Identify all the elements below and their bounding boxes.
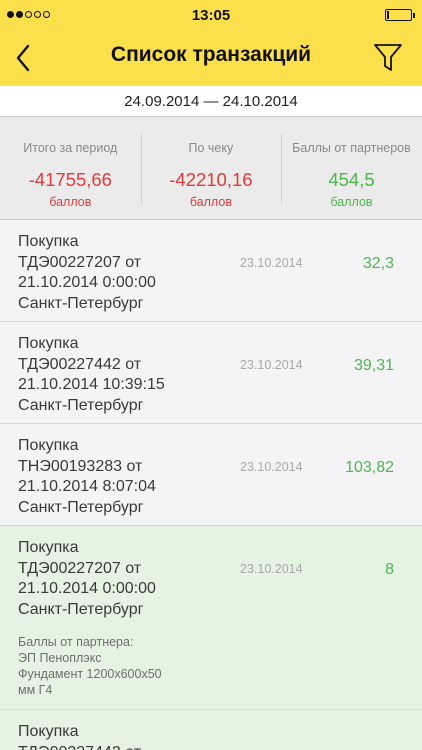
- summary-total: Итого за период -41755,66 баллов: [0, 117, 141, 219]
- filter-icon: [374, 44, 402, 71]
- transaction-title: Покупка ТНЭ00193283 от 21.10.2014 8:07:0…: [18, 437, 156, 516]
- summary-label: Баллы от партнеров: [292, 141, 411, 155]
- summary-partners: Баллы от партнеров 454,5 баллов: [281, 117, 422, 219]
- transaction-date: 23.10.2014: [240, 460, 303, 474]
- summary-value: -41755,66: [28, 169, 112, 190]
- status-bar: 13:05: [0, 0, 422, 30]
- transaction-title: Покупка ТДЭ00227207 от 21.10.2014 0:00:0…: [18, 539, 156, 618]
- transaction-date: 23.10.2014: [240, 562, 303, 576]
- transaction-amount: 8: [385, 561, 394, 578]
- date-range-selector[interactable]: 24.09.2014 — 24.10.2014: [0, 86, 422, 116]
- summary-receipt: По чеку -42210,16 баллов: [140, 117, 282, 219]
- transaction-row-expanded[interactable]: Покупка ТДЭ00227207 от 21.10.2014 0:00:0…: [0, 526, 422, 710]
- transaction-row[interactable]: Покупка ТДЭ00227442 от 21.10.2014 10:39:…: [0, 322, 422, 424]
- battery-icon: [385, 9, 415, 21]
- summary-label: По чеку: [188, 141, 234, 155]
- battery-level: [387, 11, 389, 19]
- transaction-list: Покупка ТДЭ00227207 от 21.10.2014 0:00:0…: [0, 220, 422, 750]
- back-button[interactable]: [6, 38, 46, 78]
- status-time: 13:05: [191, 7, 231, 24]
- filter-button[interactable]: [370, 39, 406, 75]
- summary-unit: баллов: [49, 195, 92, 209]
- page-title: Список транзакций: [110, 43, 312, 66]
- transaction-row[interactable]: Покупка ТДЭ00227207 от 21.10.2014 0:00:0…: [0, 220, 422, 322]
- transaction-date: 23.10.2014: [240, 358, 303, 372]
- transaction-title: Покупка ТДЭ00227207 от 21.10.2014 0:00:0…: [18, 233, 156, 312]
- transaction-amount: 103,82: [345, 459, 394, 476]
- transaction-date: 23.10.2014: [240, 256, 303, 270]
- partner-bonus-note: Баллы от партнера: ЭП Пеноплэкс Фундамен…: [18, 635, 162, 697]
- summary-unit: баллов: [189, 195, 232, 209]
- chevron-left-icon: [16, 44, 30, 72]
- transaction-amount: 39,31: [353, 357, 394, 374]
- summary-value: 454,5: [328, 169, 375, 190]
- transaction-title: Покупка ТДЭ00227442 от: [18, 723, 141, 750]
- summary-value: -42210,16: [169, 169, 253, 190]
- summary-unit: баллов: [330, 195, 373, 209]
- transaction-row[interactable]: Покупка ТДЭ00227442 от: [0, 710, 422, 750]
- transaction-row[interactable]: Покупка ТНЭ00193283 от 21.10.2014 8:07:0…: [0, 424, 422, 526]
- transaction-amount: 32,3: [362, 255, 394, 272]
- summary-panel: Итого за период -41755,66 баллов По чеку…: [0, 116, 422, 220]
- summary-label: Итого за период: [23, 141, 118, 155]
- transaction-title: Покупка ТДЭ00227442 от 21.10.2014 10:39:…: [18, 335, 165, 414]
- navigation-bar: Список транзакций: [0, 30, 422, 86]
